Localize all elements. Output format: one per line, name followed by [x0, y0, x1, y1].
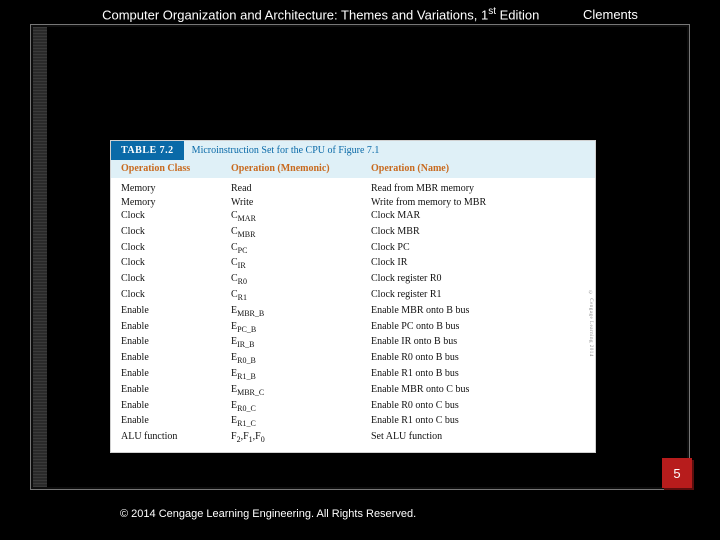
- table-row: EnableER0_CEnable R0 onto C bus: [121, 399, 585, 415]
- book-title-right: Edition: [496, 7, 539, 22]
- table-row: ClockCR1Clock register R1: [121, 288, 585, 304]
- cell-class: Clock: [121, 225, 231, 241]
- cell-class: Enable: [121, 335, 231, 351]
- cell-name: Clock MBR: [371, 225, 585, 241]
- cell-class: Enable: [121, 383, 231, 399]
- cell-name: Clock MAR: [371, 209, 585, 225]
- page-number-badge: 5: [662, 458, 692, 488]
- col-header-mnemonic: Operation (Mnemonic): [231, 163, 371, 174]
- cell-name: Enable IR onto B bus: [371, 335, 585, 351]
- cell-class: Enable: [121, 414, 231, 430]
- cell-mnemonic: EMBR_B: [231, 304, 371, 320]
- table-row: MemoryReadRead from MBR memory: [121, 182, 585, 196]
- table-row: EnableEPC_BEnable PC onto B bus: [121, 320, 585, 336]
- cell-class: Enable: [121, 304, 231, 320]
- table-row: ClockCIRClock IR: [121, 256, 585, 272]
- cell-class: Clock: [121, 256, 231, 272]
- cell-mnemonic: EMBR_C: [231, 383, 371, 399]
- cell-class: Memory: [121, 196, 231, 210]
- cell-mnemonic: ER1_C: [231, 414, 371, 430]
- cell-name: Clock register R1: [371, 288, 585, 304]
- table-row: EnableER1_CEnable R1 onto C bus: [121, 414, 585, 430]
- col-header-class: Operation Class: [121, 163, 231, 174]
- table-row: EnableER0_BEnable R0 onto B bus: [121, 351, 585, 367]
- table-attribution: © Cengage Learning 2014: [583, 201, 593, 446]
- cell-class: Enable: [121, 351, 231, 367]
- cell-name: Clock register R0: [371, 272, 585, 288]
- cell-mnemonic: CMBR: [231, 225, 371, 241]
- table-number-tab: TABLE 7.2: [111, 141, 184, 160]
- cell-mnemonic: CR0: [231, 272, 371, 288]
- table-row: ClockCMBRClock MBR: [121, 225, 585, 241]
- cell-mnemonic: EPC_B: [231, 320, 371, 336]
- table-row: ClockCMARClock MAR: [121, 209, 585, 225]
- slide: Computer Organization and Architecture: …: [0, 0, 720, 540]
- cell-class: ALU function: [121, 430, 231, 446]
- cell-class: Memory: [121, 182, 231, 196]
- edition-ordinal: st: [488, 6, 496, 17]
- cell-name: Read from MBR memory: [371, 182, 585, 196]
- cell-mnemonic: Read: [231, 182, 371, 196]
- cell-mnemonic: CIR: [231, 256, 371, 272]
- cell-class: Clock: [121, 241, 231, 257]
- cell-mnemonic: CPC: [231, 241, 371, 257]
- cell-class: Enable: [121, 399, 231, 415]
- author-name: Clements: [583, 7, 638, 22]
- table-title-row: TABLE 7.2 Microinstruction Set for the C…: [111, 141, 595, 160]
- table-row: ClockCPCClock PC: [121, 241, 585, 257]
- cell-class: Enable: [121, 367, 231, 383]
- table-7-2: TABLE 7.2 Microinstruction Set for the C…: [110, 140, 596, 453]
- cell-mnemonic: CR1: [231, 288, 371, 304]
- col-header-name: Operation (Name): [371, 163, 585, 174]
- cell-class: Enable: [121, 320, 231, 336]
- cell-class: Clock: [121, 209, 231, 225]
- table-row: ClockCR0Clock register R0: [121, 272, 585, 288]
- copyright-footer: © 2014 Cengage Learning Engineering. All…: [120, 508, 416, 520]
- table-body: MemoryReadRead from MBR memoryMemoryWrit…: [111, 178, 595, 452]
- cell-mnemonic: ER0_C: [231, 399, 371, 415]
- cell-name: Write from memory to MBR: [371, 196, 585, 210]
- cell-name: Enable MBR onto B bus: [371, 304, 585, 320]
- book-title-left: Computer Organization and Architecture: …: [102, 7, 488, 22]
- table-caption: Microinstruction Set for the CPU of Figu…: [184, 141, 595, 160]
- cell-mnemonic: ER1_B: [231, 367, 371, 383]
- cell-name: Enable MBR onto C bus: [371, 383, 585, 399]
- cell-name: Enable PC onto B bus: [371, 320, 585, 336]
- slide-header: Computer Organization and Architecture: …: [60, 6, 680, 22]
- cell-name: Enable R0 onto C bus: [371, 399, 585, 415]
- cell-mnemonic: EIR_B: [231, 335, 371, 351]
- table-row: MemoryWriteWrite from memory to MBR: [121, 196, 585, 210]
- table-row: EnableEMBR_CEnable MBR onto C bus: [121, 383, 585, 399]
- cell-name: Clock IR: [371, 256, 585, 272]
- decorative-left-stripe: [33, 27, 47, 487]
- cell-name: Enable R1 onto C bus: [371, 414, 585, 430]
- page-number: 5: [673, 466, 680, 481]
- cell-name: Enable R1 onto B bus: [371, 367, 585, 383]
- table-column-headers: Operation Class Operation (Mnemonic) Ope…: [111, 160, 595, 178]
- cell-name: Enable R0 onto B bus: [371, 351, 585, 367]
- cell-name: Clock PC: [371, 241, 585, 257]
- table-row: EnableEIR_BEnable IR onto B bus: [121, 335, 585, 351]
- cell-mnemonic: F2,F1,F0: [231, 430, 371, 446]
- cell-class: Clock: [121, 272, 231, 288]
- cell-mnemonic: CMAR: [231, 209, 371, 225]
- cell-class: Clock: [121, 288, 231, 304]
- cell-mnemonic: Write: [231, 196, 371, 210]
- table-row: ALU functionF2,F1,F0Set ALU function: [121, 430, 585, 446]
- table-row: EnableER1_BEnable R1 onto B bus: [121, 367, 585, 383]
- table-row: EnableEMBR_BEnable MBR onto B bus: [121, 304, 585, 320]
- cell-name: Set ALU function: [371, 430, 585, 446]
- cell-mnemonic: ER0_B: [231, 351, 371, 367]
